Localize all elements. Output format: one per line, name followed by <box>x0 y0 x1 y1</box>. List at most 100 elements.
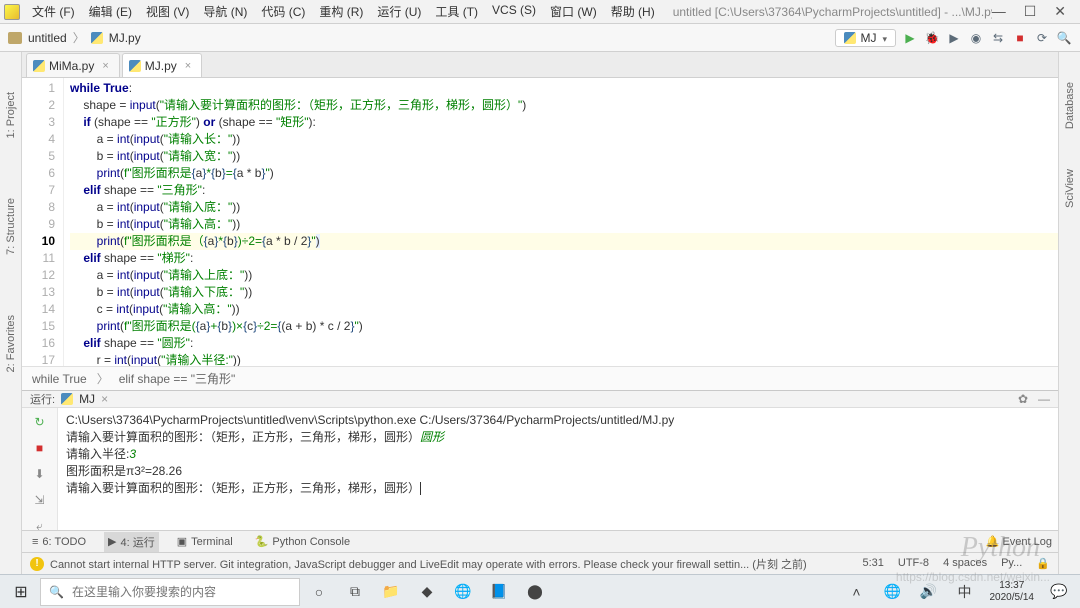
profile-button[interactable]: ◉ <box>968 30 984 46</box>
bottom-tab[interactable]: 🐍Python Console <box>251 533 354 550</box>
maximize-button[interactable]: ☐ <box>1024 3 1037 20</box>
menu-item[interactable]: VCS (S) <box>486 1 542 22</box>
minimize-panel-icon[interactable]: ― <box>1038 392 1050 406</box>
event-log-tab[interactable]: 🔔 Event Log <box>986 535 1052 548</box>
notifications-icon[interactable]: 💬 <box>1042 578 1076 606</box>
line-gutter: 12345678910111213141516171819 <box>22 78 64 366</box>
task-view-icon[interactable]: ⧉ <box>338 578 372 606</box>
minimize-button[interactable]: ― <box>992 3 1006 20</box>
chevron-down-icon <box>880 31 887 45</box>
run-config-name: MJ <box>860 31 876 45</box>
side-tab[interactable]: 1: Project <box>5 92 17 138</box>
run-target: MJ <box>79 392 95 406</box>
indent[interactable]: 4 spaces <box>943 557 987 570</box>
tab-label: 4: 运行 <box>121 534 155 550</box>
volume-icon[interactable]: 🔊 <box>912 578 946 606</box>
search-icon: 🔍 <box>49 585 64 599</box>
bottom-tab[interactable]: ▶ 4: 运行 <box>104 532 159 552</box>
editor-tab[interactable]: MiMa.py× <box>26 53 120 77</box>
tray-up-icon[interactable]: ˄ <box>840 578 874 606</box>
interpreter[interactable]: Py... <box>1001 557 1022 570</box>
side-tab[interactable]: 7: Structure <box>5 198 17 255</box>
close-icon[interactable]: × <box>101 392 108 406</box>
nav-bar: untitled 〉 MJ.py MJ ▶ 🐞 ▶ ◉ ⇆ ■ ⟳ 🔍 <box>0 24 1080 52</box>
tab-label: Terminal <box>191 536 233 548</box>
side-tab[interactable]: Database <box>1064 82 1076 129</box>
menu-item[interactable]: 导航 (N) <box>197 1 253 22</box>
clock[interactable]: 13:37 2020/5/14 <box>984 580 1041 604</box>
stop-run-button[interactable]: ■ <box>30 438 50 458</box>
folder-icon <box>8 32 22 44</box>
windows-taskbar: ⊞ 🔍 ○ ⧉ 📁 ◆ 🌐 📘 ⬤ ˄ 🌐 🔊 中 13:37 2020/5/1… <box>0 574 1080 608</box>
explorer-icon[interactable]: 📁 <box>374 578 408 606</box>
python-file-icon <box>91 32 103 44</box>
run-label: 运行: <box>30 391 55 407</box>
warning-icon: ! <box>30 557 44 571</box>
run-button[interactable]: ▶ <box>902 30 918 46</box>
encoding[interactable]: UTF-8 <box>898 557 929 570</box>
menu-item[interactable]: 编辑 (E) <box>83 1 138 22</box>
python-file-icon <box>33 60 45 72</box>
close-tab-icon[interactable]: × <box>102 60 108 72</box>
menu-item[interactable]: 运行 (U) <box>371 1 427 22</box>
close-button[interactable]: ✕ <box>1054 3 1066 20</box>
ime-icon[interactable]: 中 <box>948 578 982 606</box>
code-breadcrumbs: while True〉elif shape == "三角形" <box>22 366 1058 390</box>
menu-item[interactable]: 代码 (C) <box>255 1 311 22</box>
tab-label: MJ.py <box>145 59 177 73</box>
taskbar-search[interactable]: 🔍 <box>40 578 300 606</box>
menu-item[interactable]: 帮助 (H) <box>605 1 661 22</box>
close-tab-icon[interactable]: × <box>185 60 191 72</box>
network-icon[interactable]: 🌐 <box>876 578 910 606</box>
right-sidebar: Database SciView <box>1058 52 1080 574</box>
tab-label: Python Console <box>272 536 350 548</box>
code-crumb[interactable]: elif shape == "三角形" <box>119 370 236 387</box>
cortana-icon[interactable]: ○ <box>302 578 336 606</box>
search-input[interactable] <box>72 585 291 599</box>
bottom-tab[interactable]: ≡ 6: TODO <box>28 534 90 550</box>
down-button[interactable]: ⬇ <box>30 464 50 484</box>
window-title: untitled [C:\Users\37364\PycharmProjects… <box>661 5 992 19</box>
start-button[interactable]: ⊞ <box>4 578 38 606</box>
stop-button[interactable]: ■ <box>1012 30 1028 46</box>
rerun-button[interactable]: ↻ <box>30 412 50 432</box>
lock-icon[interactable]: 🔒 <box>1036 557 1050 570</box>
update-button[interactable]: ⟳ <box>1034 30 1050 46</box>
crumb-file[interactable]: MJ.py <box>109 31 141 45</box>
tab-label: 6: TODO <box>42 536 86 548</box>
coverage-button[interactable]: ▶ <box>946 30 962 46</box>
code-area[interactable]: while True: shape = input("请输入要计算面积的图形：（… <box>64 78 1058 366</box>
pycharm-taskbar-icon[interactable]: ◆ <box>410 578 444 606</box>
left-sidebar: 1: Project 7: Structure 2: Favorites <box>0 52 22 574</box>
crumb-project[interactable]: untitled <box>28 31 67 45</box>
menu-item[interactable]: 窗口 (W) <box>544 1 603 22</box>
tab-icon: 🐍 <box>255 535 269 548</box>
concurrency-button[interactable]: ⇆ <box>990 30 1006 46</box>
menu-item[interactable]: 视图 (V) <box>140 1 195 22</box>
side-tab[interactable]: SciView <box>1064 169 1076 208</box>
bottom-tool-tabs: ≡ 6: TODO ▶ 4: 运行 ▣ Terminal 🐍Python Console 🔔 … <box>22 530 1058 552</box>
menu-item[interactable]: 重构 (R) <box>313 1 369 22</box>
status-message: Cannot start internal HTTP server. Git i… <box>50 556 807 572</box>
python-icon <box>61 393 73 405</box>
side-tab[interactable]: 2: Favorites <box>5 315 17 372</box>
settings-icon[interactable]: ✿ <box>1018 392 1028 406</box>
debug-button[interactable]: 🐞 <box>924 30 940 46</box>
bottom-tab[interactable]: ▣ Terminal <box>173 533 237 550</box>
code-crumb[interactable]: while True <box>32 372 87 386</box>
run-panel: 运行: MJ × ✿ ― ↻ ■ ⬇ ⇲ ⤶ 🖶 🗑 <box>22 390 1058 530</box>
tab-icon: ▶ <box>108 535 116 548</box>
menu-item[interactable]: 文件 (F) <box>26 1 81 22</box>
editor-tab[interactable]: MJ.py × <box>122 53 202 77</box>
chrome-icon[interactable]: ⬤ <box>518 578 552 606</box>
search-button[interactable]: 🔍 <box>1056 30 1072 46</box>
run-config-selector[interactable]: MJ <box>835 29 896 47</box>
menu-item[interactable]: 工具 (T) <box>429 1 484 22</box>
tab-icon: ▣ <box>177 535 187 548</box>
ie-icon[interactable]: 🌐 <box>446 578 480 606</box>
edge-icon[interactable]: 📘 <box>482 578 516 606</box>
python-icon <box>844 32 856 44</box>
layout-button[interactable]: ⇲ <box>30 490 50 510</box>
tab-icon: ≡ <box>32 536 38 548</box>
editor[interactable]: 12345678910111213141516171819 while True… <box>22 78 1058 366</box>
